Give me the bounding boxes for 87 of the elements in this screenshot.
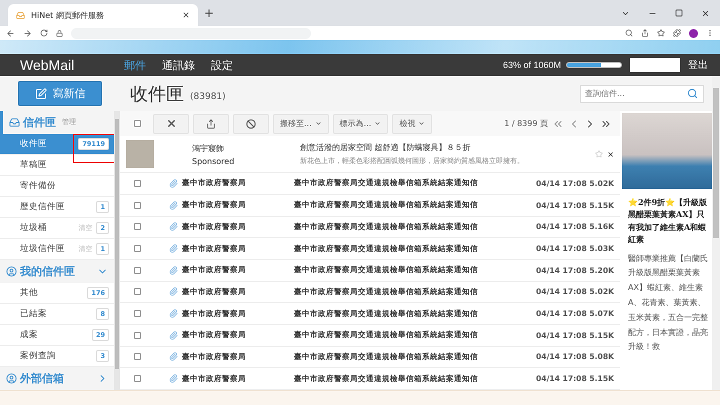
back-icon [6,28,15,38]
folder-name: 垃圾信件匣 [20,243,66,256]
input-field[interactable] [630,58,680,72]
user-icon [6,266,17,278]
paperclip-icon [169,352,178,362]
new-tab-button[interactable]: + [204,6,214,20]
reload-icon [40,29,48,37]
folder-name: 歷史信件匣 [20,201,66,213]
select-all-checkbox[interactable] [134,120,141,128]
paperclip-icon [169,374,178,384]
section-title: 外部信箱 [20,371,64,386]
folder-name: 案例查詢 [20,350,57,362]
paperclip-icon [169,200,178,210]
close-button[interactable]: × [607,150,614,159]
folder-name: 草稿匣 [20,158,48,171]
folder-name: 成案 [20,329,39,342]
forward-button[interactable] [193,114,229,134]
paperclip-icon [169,244,178,254]
menu-button[interactable]: 檢視 [392,114,432,134]
lock-icon [56,30,63,36]
checkbox[interactable] [134,266,141,274]
paperclip-icon [169,266,178,275]
menu-button[interactable]: 搬移至... [273,114,329,134]
forward-icon [23,28,32,38]
ban-icon [246,118,256,129]
checkbox[interactable] [134,310,141,318]
sponsored-label: Sponsored [192,156,236,166]
folder-name: 其他 [20,286,39,299]
caret-icon [418,120,426,128]
ad-title: 創意活潑的居家空間 超舒適【防螨寢具】８５折 [300,142,472,154]
nav-tab[interactable]: 郵件 [124,58,146,72]
block-button[interactable] [233,114,269,134]
restore-icon [675,8,683,16]
pen-square-icon [34,88,46,100]
share-icon [206,118,216,129]
paperclip-icon [169,222,178,232]
search-field[interactable]: 查詢信件... [580,84,704,102]
checkbox[interactable] [134,180,141,187]
checkbox[interactable] [134,332,141,339]
advertiser-name: 鴻宇寢飾 [192,142,225,154]
site-icon [16,10,25,20]
checkbox[interactable] [134,223,141,230]
ad-headline[interactable]: ⭐2件9折⭐【升級版黑醋栗葉黃素AX】只有我加了維生素A和蝦紅素 [622,189,712,246]
delete-button[interactable] [153,114,189,134]
scrollbar-thumb[interactable] [713,88,719,238]
section-title: 我的信件匣 [20,264,75,280]
quota-text: 63% of 1060M [502,60,561,70]
inbox-icon [9,116,20,128]
checkbox[interactable] [134,245,141,252]
paperclip-icon [169,330,178,340]
paperclip-icon [169,178,178,188]
ad-description: 醫師專業推薦【白蘭氏升級版黑醋栗葉黃素AX】蝦紅素、維生素A、花青素、葉黃素、玉米黃素，五合一完整配方，日本實證，晶亮升級！救 [627,252,709,354]
checkbox[interactable] [134,288,141,296]
caret-icon [374,120,382,128]
section-title: 信件匣 [23,114,56,130]
folder-name: 已結案 [20,308,48,320]
folder-name: 寄件備份 [20,180,57,192]
paperclip-icon [169,287,178,296]
folder-title: 收件匣 [130,82,184,106]
checkbox[interactable] [134,375,141,382]
nav-tab[interactable]: 設定 [211,58,233,72]
tab-title: HiNet 網頁郵件服務 [31,10,104,20]
folder-name: 收件匣 [20,138,48,150]
logout-link[interactable]: 登出 [688,58,708,72]
puzzle-icon [673,29,681,37]
close-icon [701,8,710,18]
close-icon [166,118,176,130]
browser-tab[interactable]: HiNet 網頁郵件服務 [8,4,198,26]
avatar[interactable] [689,28,698,38]
checkbox[interactable] [134,202,141,209]
paperclip-icon [169,309,178,318]
close-icon[interactable] [182,11,190,19]
menu-button[interactable]: 標示為... [332,114,388,134]
photo-placeholder [126,140,154,168]
user-icon [6,373,17,384]
pagination-text: 1 / 8399 頁 [504,118,548,130]
folder-name: 垃圾桶 [20,222,48,234]
search-icon [687,88,698,99]
checkbox[interactable] [134,353,141,360]
message-count: (83981) [190,92,226,102]
nav-tab[interactable]: 通訊錄 [162,58,195,72]
search-icon [625,29,633,37]
caret-icon [314,120,322,128]
share-icon [641,29,649,37]
scrollbar-thumb[interactable] [115,119,119,369]
star-icon [657,29,665,37]
logo: WebMail [20,57,76,73]
